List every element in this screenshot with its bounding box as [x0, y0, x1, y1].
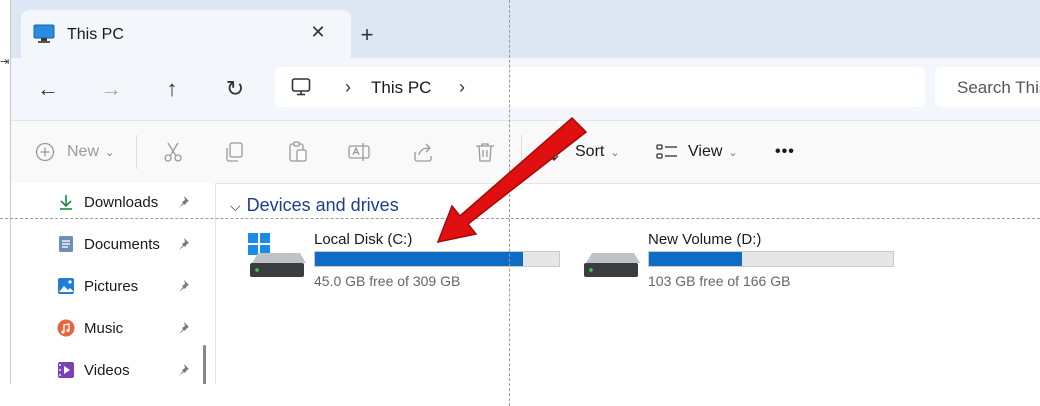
annotation-arrow-shape [436, 116, 588, 244]
annotation-arrow [436, 116, 588, 244]
